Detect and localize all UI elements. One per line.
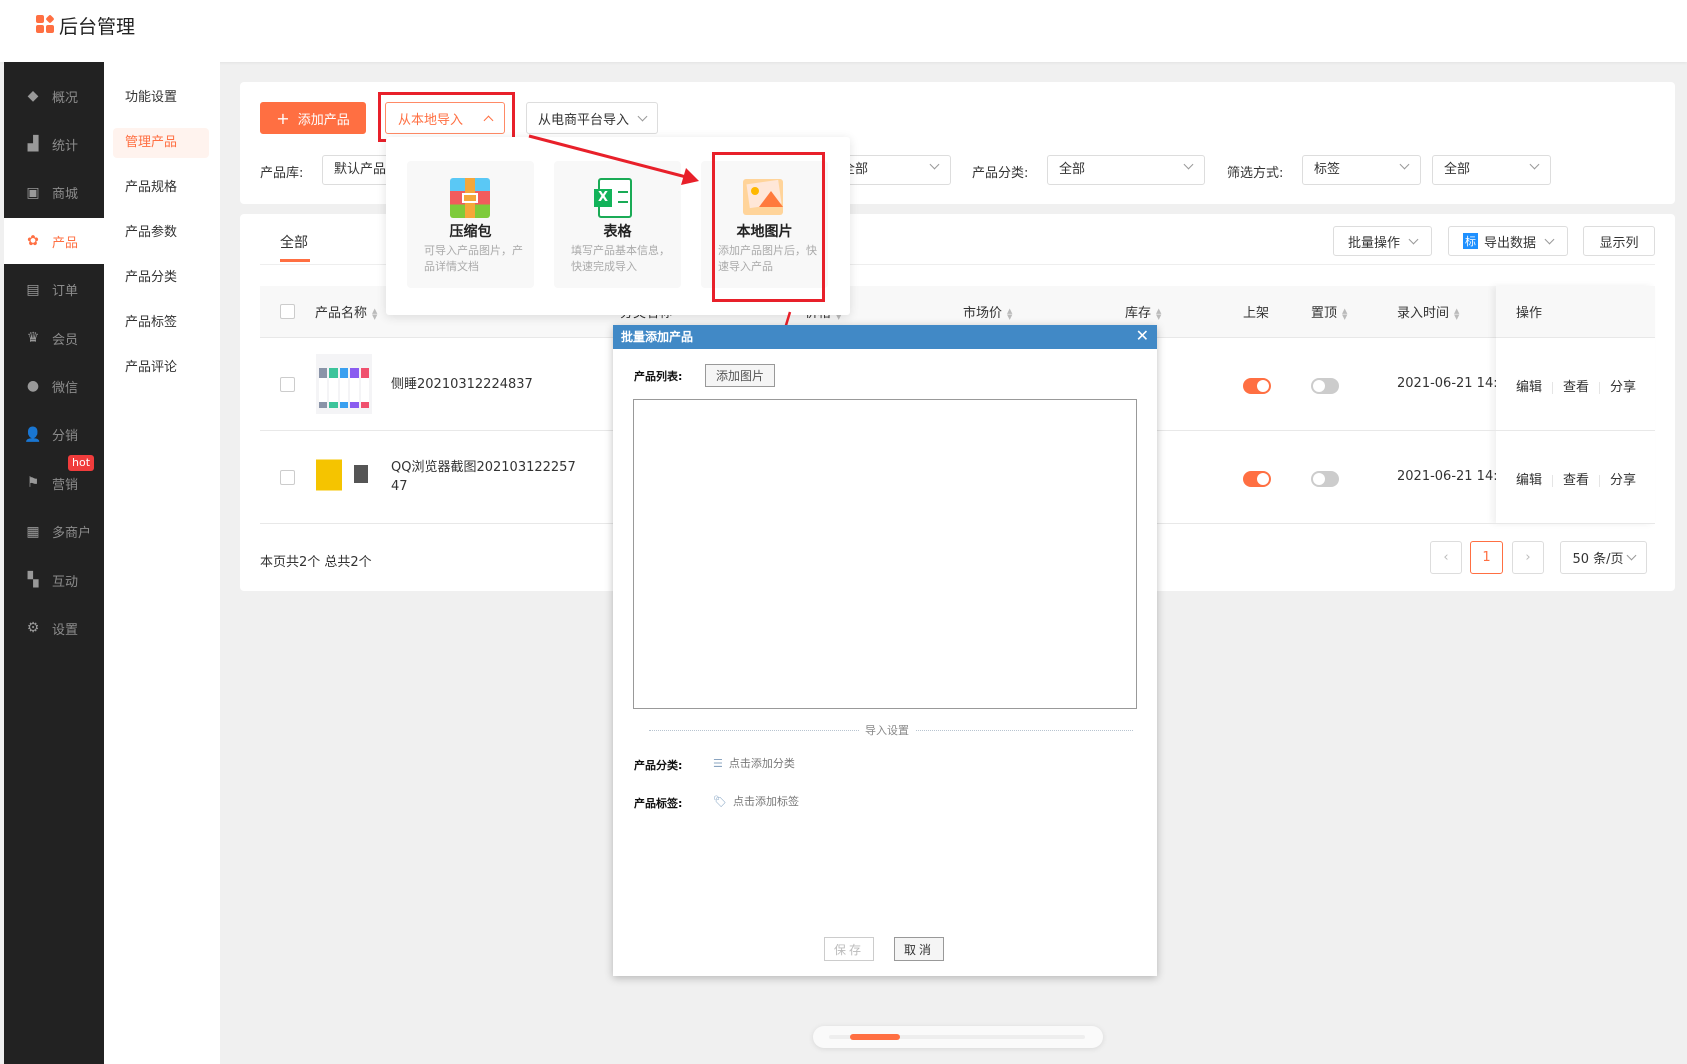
add-category-link[interactable]: ☰ 点击添加分类 <box>713 755 795 771</box>
add-image-button[interactable]: 添加图片 <box>705 364 775 387</box>
category-label: 产品分类: <box>634 759 683 772</box>
list-icon: ☰ <box>713 757 723 770</box>
close-icon[interactable]: ✕ <box>1136 325 1149 347</box>
product-list-label: 产品列表: <box>634 370 683 383</box>
import-settings-title: 导入设置 <box>859 722 915 738</box>
product-list-box <box>633 399 1137 709</box>
add-tag-link[interactable]: 🏷 点击添加标签 <box>713 793 799 809</box>
cancel-button[interactable]: 取消 <box>894 937 944 961</box>
tag-icon: 🏷 <box>713 795 727 808</box>
arrow-head <box>681 168 699 185</box>
tag-label: 产品标签: <box>634 797 683 810</box>
horizontal-scrollbar[interactable] <box>813 1026 1103 1048</box>
batch-add-dialog: 批量添加产品 ✕ 产品列表: 添加图片 导入设置 产品分类: ☰ 点击添加分类 产… <box>613 325 1157 976</box>
save-button[interactable]: 保存 <box>824 937 874 961</box>
dialog-title: 批量添加产品 <box>613 325 1157 349</box>
scroll-thumb[interactable] <box>849 1034 900 1040</box>
arrow-line <box>528 134 691 180</box>
